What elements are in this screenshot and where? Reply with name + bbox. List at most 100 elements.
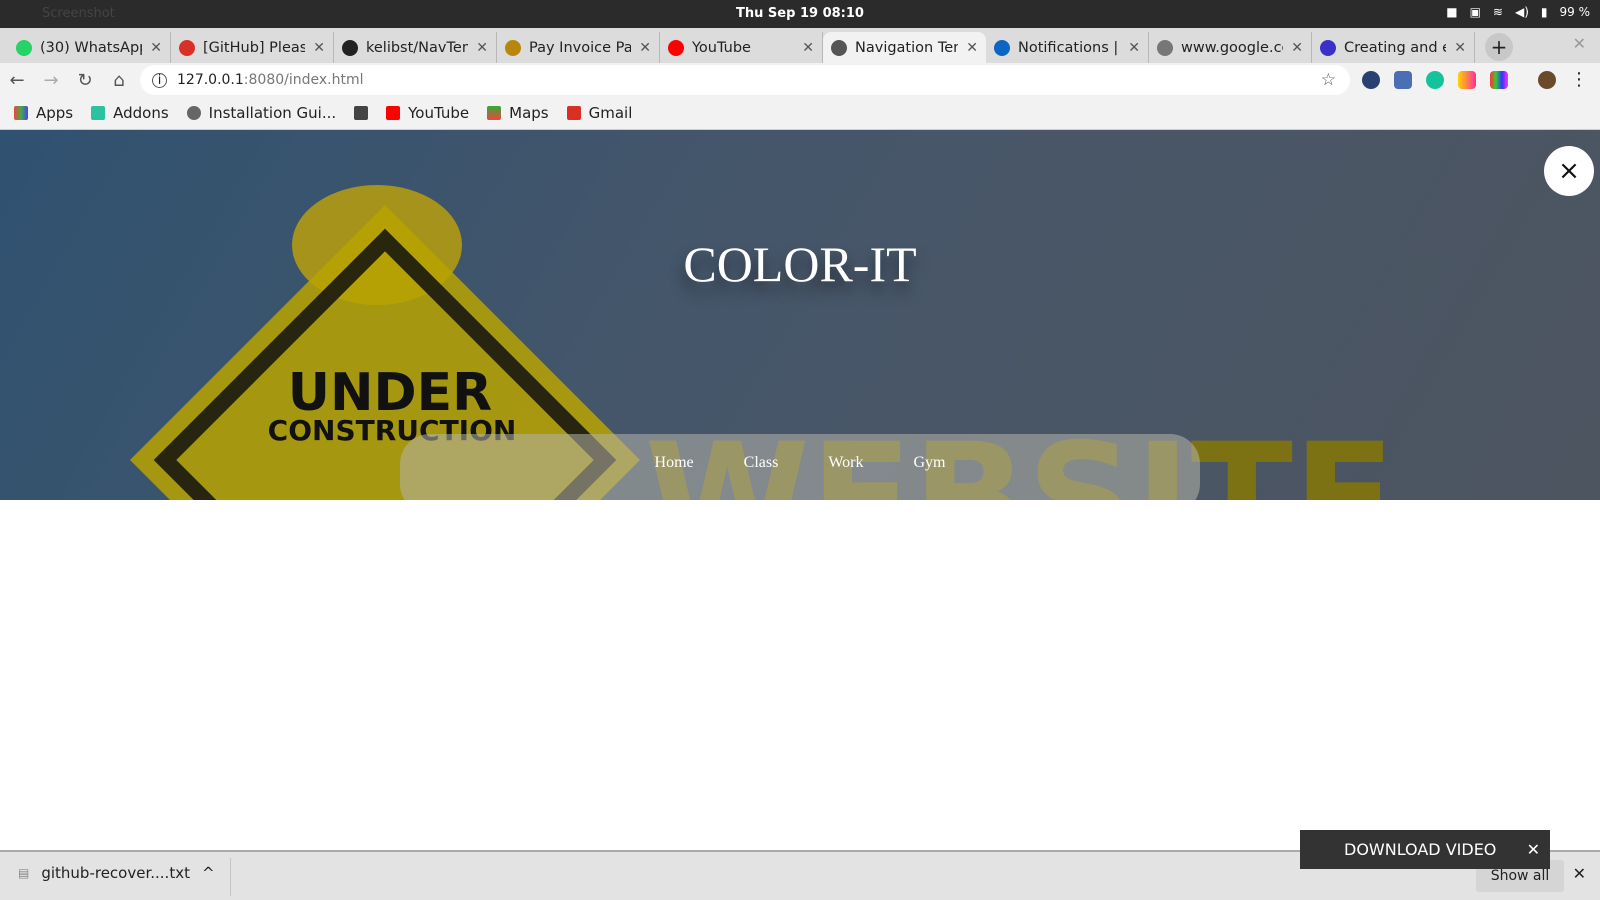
close-tab-icon[interactable]: ✕ [476,40,488,56]
forward-icon[interactable]: → [34,70,68,91]
clock[interactable]: Thu Sep 19 08:10 [0,6,1600,21]
tab[interactable]: Notifications | L ✕ [986,32,1149,63]
tab[interactable]: [GitHub] Please ✕ [171,32,334,63]
bookmark-item[interactable]: Apps [14,104,73,122]
nav-class[interactable]: Class [744,454,779,476]
tab[interactable]: kelibst/NavTem ✕ [334,32,497,63]
close-tab-icon[interactable]: ✕ [802,40,814,56]
folder-icon [354,106,369,120]
tab[interactable]: (30) WhatsApp ✕ [8,32,171,63]
grammarly-icon[interactable] [1426,70,1444,89]
whatsapp-icon [16,39,32,56]
bookmark-item[interactable]: Maps [487,104,549,122]
tab[interactable]: Navigation Tem ✕ [823,32,986,63]
tab[interactable]: YouTube ✕ [660,32,823,63]
globe-icon [831,39,847,56]
menu-kebab-icon[interactable]: ⋮ [1570,69,1588,90]
screen-icon[interactable]: ▣ [1470,5,1481,19]
new-tab-button[interactable]: + [1485,33,1513,61]
tab-title: (30) WhatsApp [40,39,143,56]
globe-icon [1157,39,1173,56]
globe-icon [186,106,201,120]
close-button[interactable]: × [1544,146,1594,196]
reload-icon[interactable]: ↻ [68,70,102,91]
info-icon[interactable]: i [152,72,167,88]
bookmark-item[interactable]: Gmail [566,104,633,122]
fedora-extension-icon[interactable] [1362,70,1380,89]
bookmark-item[interactable]: Addons [91,104,169,122]
linkedin-icon [994,39,1010,56]
maps-icon [487,106,502,120]
close-tab-icon[interactable]: ✕ [1454,40,1466,56]
volume-icon[interactable]: ◀) [1515,5,1529,19]
address-bar[interactable]: i 127.0.0.1:8080/index.html ☆ [140,65,1350,95]
gmail-icon [179,39,195,56]
site-title: COLOR-IT [683,236,917,292]
tab-strip: (30) WhatsApp ✕ [GitHub] Please ✕ kelibst/Na… [0,28,1600,63]
tab-title: [GitHub] Please [203,39,306,56]
file-icon: ▤ [18,866,30,880]
tab[interactable]: Creating and e ✕ [1312,32,1475,63]
download-video-popup[interactable]: DOWNLOAD VIDEO ✕ [1300,830,1550,869]
url-path: :8080/index.html [243,72,364,88]
youtube-icon [668,39,684,56]
chevron-up-icon[interactable]: ^ [202,864,215,882]
window-close-icon[interactable]: ✕ [1573,34,1586,53]
tab-title: Pay Invoice Page [529,39,632,56]
gmail-icon [566,106,581,120]
nav-gym[interactable]: Gym [913,454,945,476]
tab-title: Notifications | L [1018,39,1121,56]
hero-banner: UNDER CONSTRUCTION WEBSITE COLOR-IT × Ho… [0,130,1600,500]
url-host: 127.0.0.1 [177,72,244,88]
close-tab-icon[interactable]: ✕ [966,40,978,56]
close-shelf-icon[interactable]: ✕ [1573,864,1586,883]
home-icon[interactable]: ⌂ [102,70,136,91]
bookmark-item[interactable]: YouTube [386,104,469,122]
bookmark-item[interactable] [354,106,369,120]
os-top-bar: Screenshot Thu Sep 19 08:10 ■ ▣ ≋ ◀) ▮ 9… [0,0,1600,28]
tab[interactable]: www.google.com ✕ [1149,32,1312,63]
github-icon [342,39,358,56]
tab-title: Navigation Tem [855,39,959,56]
divider [230,858,231,896]
tab-title: www.google.com [1181,39,1283,56]
apps-icon [14,106,28,120]
nav-work[interactable]: Work [828,454,863,476]
bookmark-label: Maps [509,104,549,122]
camera-icon[interactable]: ■ [1446,5,1457,19]
download-item[interactable]: ▤ github-recover....txt ^ [18,864,215,882]
w-extension-icon[interactable] [1458,70,1476,89]
bookmark-label: Installation Gui... [208,104,337,122]
bookmark-star-icon[interactable]: ☆ [1321,70,1336,90]
close-tab-icon[interactable]: ✕ [313,40,325,56]
puzzle-icon [91,106,106,120]
profile-avatar[interactable] [1538,70,1556,89]
download-video-label[interactable]: DOWNLOAD VIDEO [1344,840,1496,859]
moon-icon [1320,39,1336,56]
back-icon[interactable]: ← [0,70,34,91]
close-tab-icon[interactable]: ✕ [1128,40,1140,56]
bookmark-item[interactable]: Installation Gui... [186,104,337,122]
battery-percent: 99 % [1559,5,1591,19]
extensions: ⋮ [1362,69,1588,90]
tab[interactable]: Pay Invoice Page ✕ [497,32,660,63]
close-tab-icon[interactable]: ✕ [150,40,162,56]
youtube-icon [386,106,401,120]
tab-title: Creating and e [1344,39,1447,56]
close-tab-icon[interactable]: ✕ [1291,40,1303,56]
download-filename: github-recover....txt [41,864,190,882]
system-tray: ■ ▣ ≋ ◀) ▮ 99 % [1446,5,1590,19]
battery-icon[interactable]: ▮ [1541,5,1548,19]
bookmark-label: YouTube [408,104,470,122]
tab-title: kelibst/NavTem [366,39,469,56]
nav-home[interactable]: Home [655,454,694,476]
bookmark-label: Gmail [588,104,633,122]
bookmark-label: Addons [113,104,169,122]
tab-title: YouTube [692,39,751,56]
color-extension-icon[interactable] [1490,70,1508,89]
extension-badge-icon[interactable] [1394,70,1412,89]
wifi-icon[interactable]: ≋ [1493,5,1503,19]
close-tab-icon[interactable]: ✕ [639,40,651,56]
invoice-icon [505,39,521,56]
close-popup-icon[interactable]: ✕ [1527,840,1540,859]
